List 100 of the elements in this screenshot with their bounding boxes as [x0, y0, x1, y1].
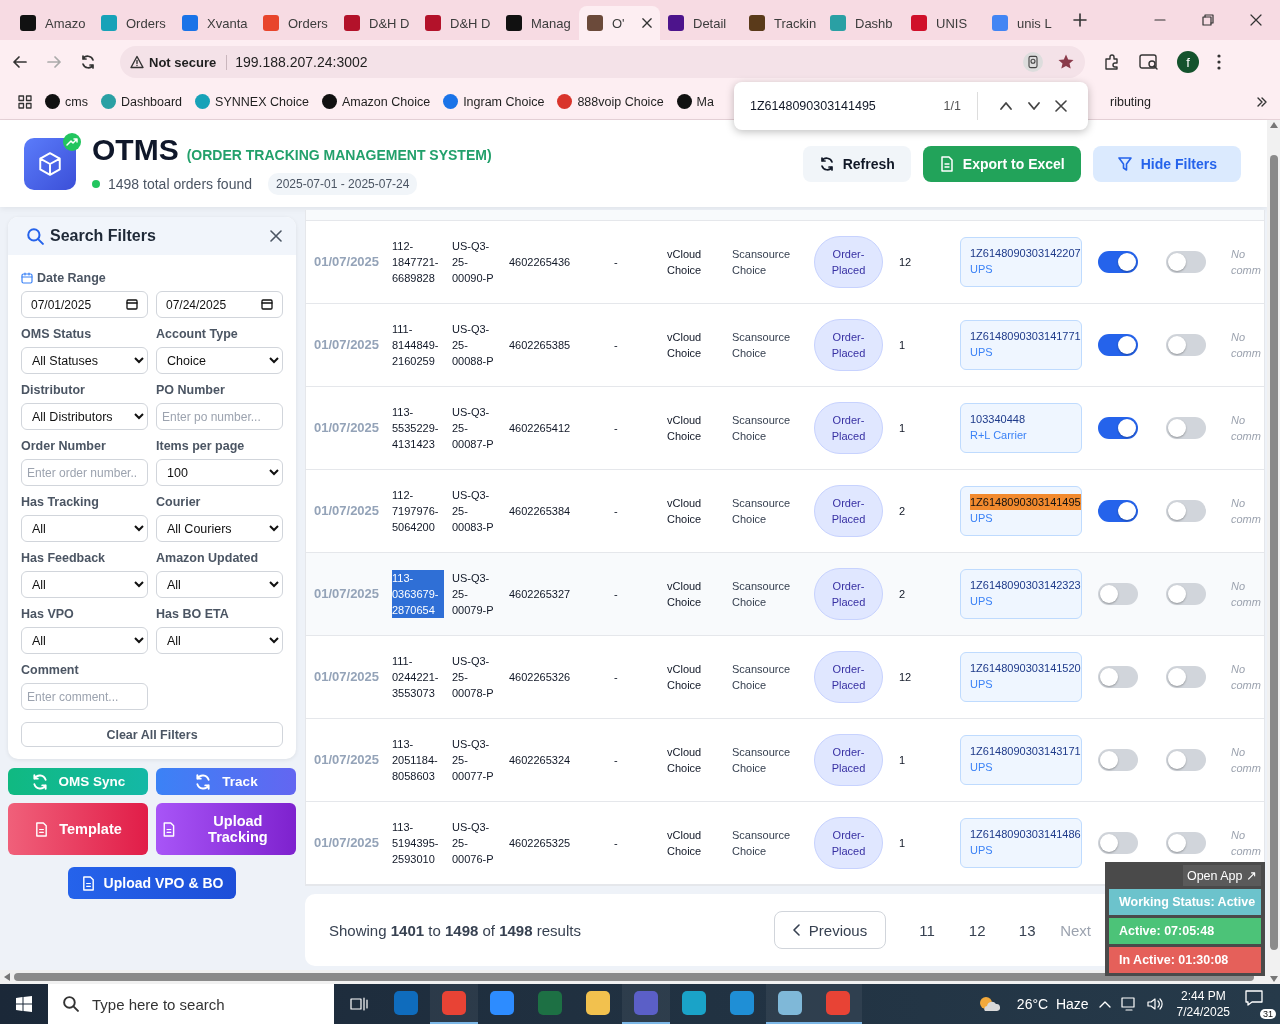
date-input[interactable]: 07/01/2025: [21, 291, 148, 318]
toggle-switch[interactable]: [1098, 251, 1138, 273]
task-view-icon[interactable]: [350, 996, 368, 1012]
bookmark-link[interactable]: SYNNEX Choice: [215, 94, 309, 109]
toggle-switch[interactable]: [1166, 666, 1206, 688]
dropdown[interactable]: All: [21, 571, 148, 598]
taskbar-app[interactable]: [430, 984, 478, 1024]
bookmark-link[interactable]: Ingram Choice: [463, 94, 545, 109]
close-icon[interactable]: [270, 230, 282, 242]
windows-logo-icon[interactable]: [16, 996, 32, 1012]
text-input[interactable]: Enter comment...: [21, 683, 148, 710]
browser-tab[interactable]: Detail: [660, 6, 741, 40]
clock[interactable]: 2:44 PM 7/24/2025: [1176, 988, 1230, 1020]
browser-tab[interactable]: O': [579, 6, 660, 40]
table-row[interactable]: 01/07/2025 111-8144849-2160259 US-Q3-25-00088-P 4602265385 - vCloud Choice Scansource Choice Order-Placed 1 1Z6148090303141771 UPS No comm: [306, 304, 1264, 387]
toggle-switch[interactable]: [1098, 832, 1138, 854]
bookmark-link[interactable]: Dashboard: [120, 94, 183, 109]
dropdown[interactable]: All: [21, 627, 148, 654]
dropdown[interactable]: All Couriers: [156, 515, 283, 542]
toggle-switch[interactable]: [1166, 832, 1206, 854]
toggle-switch[interactable]: [1098, 749, 1138, 771]
tab-search-icon[interactable]: [1139, 53, 1159, 71]
vertical-scrollbar[interactable]: [1267, 120, 1280, 984]
toggle-switch[interactable]: [1166, 251, 1206, 273]
browser-tab[interactable]: unis L: [984, 6, 1065, 40]
speaker-icon[interactable]: [1146, 997, 1163, 1011]
chevron-down-icon[interactable]: [1027, 99, 1041, 113]
browser-tab[interactable]: Orders: [93, 6, 174, 40]
close-icon[interactable]: [1250, 14, 1262, 26]
up-triangle-icon[interactable]: [1269, 122, 1278, 128]
dropdown[interactable]: All Statuses: [21, 347, 148, 374]
browser-tab[interactable]: Manag: [498, 6, 579, 40]
dropdown[interactable]: All Distributors: [21, 403, 148, 430]
browser-tab[interactable]: D&H D: [336, 6, 417, 40]
table-row[interactable]: 01/07/2025 112-1847721-6689828 US-Q3-25-00090-P 4602265436 - vCloud Choice Scansource Choice Order-Placed 12 1Z6148090303142207 UPS No comm: [306, 221, 1264, 304]
tracking-card[interactable]: 1Z6148090303143171 UPS: [960, 735, 1082, 785]
caret-up-icon[interactable]: [1098, 1000, 1111, 1008]
calendar-icon[interactable]: [261, 298, 273, 310]
toggle-switch[interactable]: [1166, 583, 1206, 605]
browser-tab[interactable]: Xvanta: [174, 6, 255, 40]
browser-tab[interactable]: D&H D: [417, 6, 498, 40]
page-number[interactable]: 12: [954, 911, 1001, 949]
restore-icon[interactable]: [1202, 14, 1214, 26]
previous-button[interactable]: Previous: [773, 911, 887, 949]
find-query[interactable]: 1Z6148090303141495: [750, 99, 944, 113]
toggle-switch[interactable]: [1098, 334, 1138, 356]
taskbar-app[interactable]: [766, 984, 814, 1024]
browser-tab[interactable]: Dashb: [822, 6, 903, 40]
left-triangle-icon[interactable]: [4, 973, 10, 981]
table-row[interactable]: 01/07/2025 112-7197976-5064200 US-Q3-25-00083-P 4602265384 - vCloud Choice Scansource Choice Order-Placed 2 1Z6148090303141495 UPS No comm: [306, 470, 1264, 553]
bookmark-link[interactable]: 888voip Choice: [577, 94, 664, 109]
tracking-card[interactable]: 1Z6148090303141495 UPS: [960, 486, 1082, 536]
text-input[interactable]: Enter order number..: [21, 459, 148, 486]
browser-tab[interactable]: UNIS: [903, 6, 984, 40]
dropdown[interactable]: All: [156, 627, 283, 654]
chevron-right-icon[interactable]: [1256, 95, 1268, 108]
toggle-switch[interactable]: [1166, 500, 1206, 522]
table-row[interactable]: 01/07/2025 113-0363679-2870654 US-Q3-25-00079-P 4602265327 - vCloud Choice Scansource Choice Order-Placed 2 1Z6148090303142323 UPS No comm: [306, 553, 1264, 636]
lens-icon[interactable]: [1023, 52, 1043, 72]
dropdown[interactable]: All: [156, 571, 283, 598]
clear-filters-button[interactable]: Clear All Filters: [21, 722, 283, 747]
bookmark-link[interactable]: Ma: [696, 94, 714, 109]
date-input[interactable]: 07/24/2025: [156, 291, 283, 318]
profile-avatar[interactable]: f: [1177, 51, 1199, 73]
toggle-switch[interactable]: [1166, 417, 1206, 439]
taskbar-search-field[interactable]: Type here to search: [48, 984, 334, 1024]
tracking-card[interactable]: 1Z6148090303142207 UPS: [960, 237, 1082, 287]
toggle-switch[interactable]: [1098, 417, 1138, 439]
puzzle-piece-icon[interactable]: [1103, 53, 1121, 71]
browser-tab[interactable]: Amazo: [12, 6, 93, 40]
address-bar[interactable]: Not secure 199.188.207.24:3002: [120, 46, 1085, 78]
toggle-switch[interactable]: [1098, 583, 1138, 605]
taskbar-app[interactable]: [622, 984, 670, 1024]
tracking-card[interactable]: 1Z6148090303142323 UPS: [960, 569, 1082, 619]
hide-filters-button[interactable]: Hide Filters: [1092, 145, 1241, 182]
close-icon[interactable]: [1055, 100, 1067, 112]
table-row[interactable]: 01/07/2025 111-0244221-3553073 US-Q3-25-00078-P 4602265326 - vCloud Choice Scansource Choice Order-Placed 12 1Z6148090303141520 UPS No comm: [306, 636, 1264, 719]
table-row[interactable]: 01/07/2025 113-2051184-8058603 US-Q3-25-00077-P 4602265324 - vCloud Choice Scansource Choice Order-Placed 1 1Z6148090303143171 UPS No comm: [306, 719, 1264, 802]
more-menu-icon[interactable]: [1217, 54, 1221, 70]
tracking-card[interactable]: 1Z6148090303141520 UPS: [960, 652, 1082, 702]
toggle-switch[interactable]: [1166, 749, 1206, 771]
table-row[interactable]: 01/07/2025 113-5535229-4131423 US-Q3-25-00087-P 4602265412 - vCloud Choice Scansource Choice Order-Placed 1 103340448 R+L Carrier No comm: [306, 387, 1264, 470]
apps-grid-icon[interactable]: [18, 94, 32, 109]
dropdown[interactable]: 100: [156, 459, 283, 486]
open-app-link[interactable]: Open App ↗: [1182, 865, 1261, 886]
dropdown[interactable]: Choice: [156, 347, 283, 374]
browser-tab[interactable]: Orders: [255, 6, 336, 40]
refresh-button[interactable]: Refresh: [802, 145, 911, 182]
back-arrow-icon[interactable]: [12, 54, 28, 70]
browser-tab[interactable]: Trackin: [741, 6, 822, 40]
dropdown[interactable]: All: [21, 515, 148, 542]
upload-tracking-button[interactable]: Upload Tracking: [156, 803, 296, 855]
template-button[interactable]: Template: [8, 803, 148, 855]
track-button[interactable]: Track: [156, 768, 296, 795]
toggle-switch[interactable]: [1166, 334, 1206, 356]
toggle-switch[interactable]: [1098, 500, 1138, 522]
text-input[interactable]: Enter po number...: [156, 403, 283, 430]
tracking-card[interactable]: 1Z6148090303141486 UPS: [960, 818, 1082, 868]
tracking-card[interactable]: 1Z6148090303141771 UPS: [960, 320, 1082, 370]
page-number[interactable]: 11: [904, 911, 951, 949]
